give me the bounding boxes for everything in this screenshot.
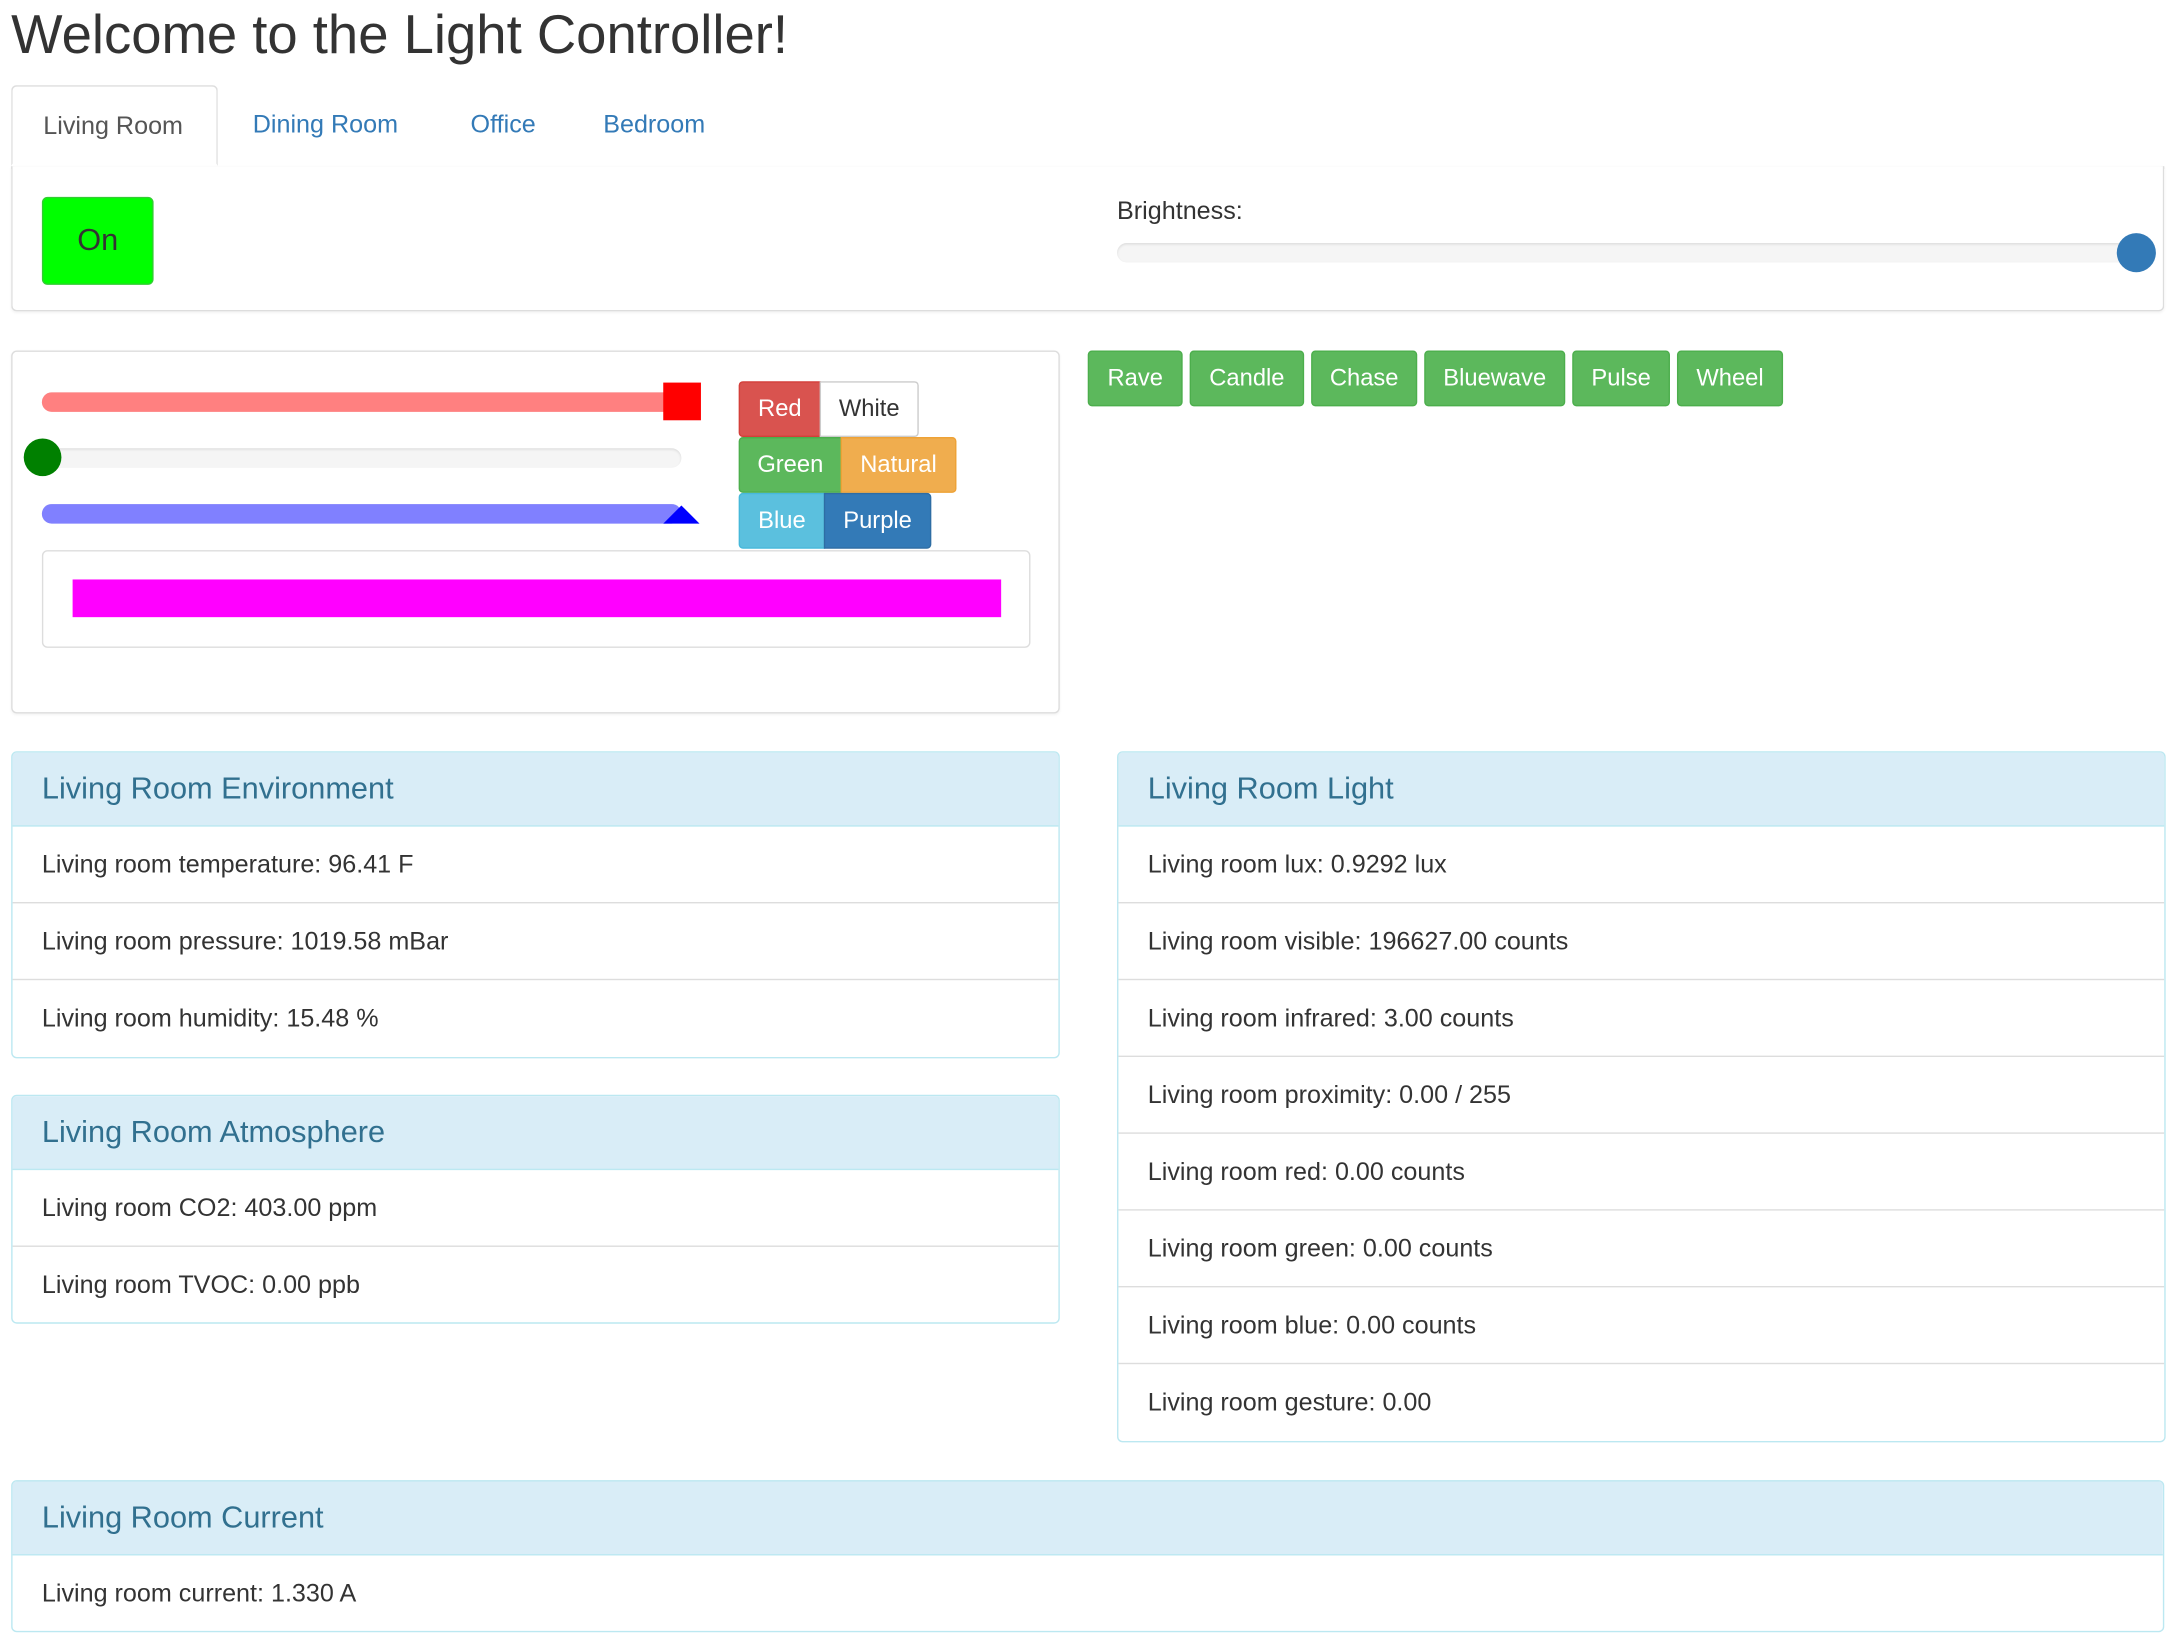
green-slider-handle[interactable] [23,438,62,477]
effect-candle-button[interactable]: Candle [1189,350,1305,407]
list-item: Living room lux: 0.9292 lux [1118,827,2165,904]
list-item: Living room humidity: 15.48 % [41,1003,379,1032]
red-preset-button[interactable]: Red [738,381,822,438]
list-item: Living room infrared: 3.00 counts [1118,980,2165,1057]
blue-preset-button[interactable]: Blue [738,492,826,549]
brightness-slider[interactable] [1117,233,2156,273]
natural-preset-button[interactable]: Natural [840,437,957,493]
list-item: Living room proximity: 0.00 / 255 [1118,1057,2165,1134]
room-tabs: Living Room Dining Room Office Bedroom [11,85,2165,169]
effect-bluewave-button[interactable]: Bluewave [1424,350,1566,407]
tab-bedroom[interactable]: Bedroom [572,85,735,166]
green-slider[interactable] [23,438,682,477]
environment-panel: Living Room Environment Living room temp… [11,751,1060,1059]
effect-chase-button[interactable]: Chase [1311,350,1418,407]
brightness-label: Brightness: [1117,196,1243,225]
list-item: Living room TVOC: 0.00 ppb [41,1270,360,1299]
list-item: Living room temperature: 96.41 F [12,827,1059,904]
color-preview-swatch [72,579,1002,618]
effect-pulse-button[interactable]: Pulse [1572,350,1670,407]
list-item: Living room CO2: 403.00 ppm [12,1170,1059,1247]
tab-office[interactable]: Office [440,85,567,166]
environment-panel-title: Living Room Environment [12,752,1059,827]
list-item: Living room blue: 0.00 counts [1118,1287,2165,1365]
tab-dining-room[interactable]: Dining Room [222,85,429,166]
red-slider-handle[interactable] [663,382,701,421]
effect-wheel-button[interactable]: Wheel [1676,350,1784,407]
color-preview-box [41,550,1031,648]
purple-preset-button[interactable]: Purple [823,492,932,549]
atmosphere-panel-title: Living Room Atmosphere [12,1096,1059,1171]
current-panel-title: Living Room Current [12,1481,2163,1556]
power-toggle-button[interactable]: On [41,196,154,285]
light-panel-title: Living Room Light [1118,752,2165,827]
color-panel: Red White Green Natural Blue Purple [11,350,1060,714]
list-item: Living room red: 0.00 counts [1118,1134,2165,1211]
blue-slider-fill [41,504,682,524]
tab-living-room[interactable]: Living Room [11,85,218,167]
brightness-slider-handle[interactable] [2116,233,2156,273]
list-item: Living room green: 0.00 counts [1118,1211,2165,1288]
list-item: Living room pressure: 1019.58 mBar [12,903,1059,981]
blue-slider-handle[interactable] [663,505,700,524]
light-panel: Living Room Light Living room lux: 0.929… [1117,751,2166,1443]
page-title: Welcome to the Light Controller! [11,5,789,66]
list-item: Living room gesture: 0.00 [1147,1387,1432,1416]
current-panel: Living Room Current Living room current:… [11,1480,2165,1633]
power-panel: On Brightness: [11,166,2165,312]
red-slider[interactable] [41,382,701,421]
green-preset-button[interactable]: Green [738,437,842,493]
red-slider-fill [41,392,682,412]
atmosphere-panel: Living Room Atmosphere Living room CO2: … [11,1094,1060,1324]
blue-slider[interactable] [41,504,700,524]
effect-rave-button[interactable]: Rave [1087,350,1183,407]
list-item: Living room visible: 196627.00 counts [1118,903,2165,981]
white-preset-button[interactable]: White [819,381,919,438]
list-item: Living room current: 1.330 A [41,1579,357,1608]
